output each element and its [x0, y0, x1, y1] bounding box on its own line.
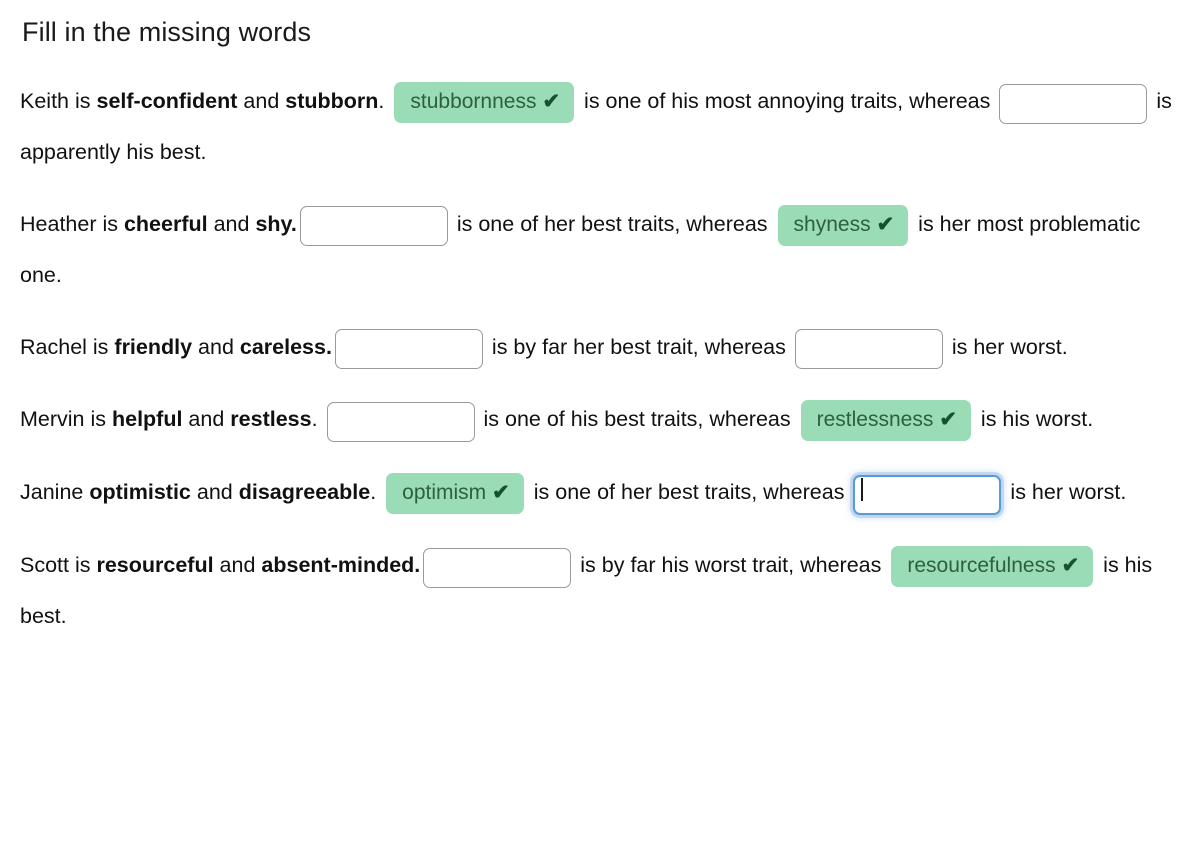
blank-input[interactable]	[794, 329, 943, 370]
sentence-text: and	[213, 553, 262, 578]
exercise-sentence-keith: Keith is self-confident and stubborn. st…	[20, 76, 1180, 177]
sentence-text: Heather is	[20, 211, 124, 236]
page-title: Fill in the missing words	[22, 17, 312, 47]
blank-field-wrapper	[332, 323, 486, 373]
sentence-text: Scott is	[20, 553, 97, 578]
trait-word: stubborn	[285, 89, 379, 113]
correct-answer-label: shyness	[793, 212, 871, 236]
sentence-text: Rachel is	[20, 334, 115, 359]
check-icon: ✔	[939, 408, 957, 432]
check-icon: ✔	[542, 89, 561, 113]
exercise-sentence-mervin: Mervin is helpful and restless. is one o…	[20, 394, 1180, 445]
blank-field-wrapper	[324, 396, 478, 446]
check-icon: ✔	[1061, 553, 1080, 577]
exercise-page: Fill in the missing words Keith is self-…	[0, 0, 1200, 641]
correct-answer-chip: restlessness ✔	[800, 400, 971, 442]
sentence-text: is her worst.	[945, 334, 1068, 359]
exercise-sentence-rachel: Rachel is friendly and careless. is by f…	[20, 322, 1180, 373]
blank-field-wrapper	[297, 200, 451, 250]
sentence-text: is his worst.	[974, 407, 1094, 432]
sentence-text: and	[207, 211, 256, 236]
sentence-text: Janine	[20, 480, 90, 505]
trait-word: resourceful	[96, 553, 214, 578]
sentence-text: and	[182, 407, 231, 432]
correct-answer-chip: stubbornness ✔	[394, 81, 575, 123]
correct-answer-chip: shyness ✔	[777, 204, 909, 246]
sentence-text: and	[237, 89, 286, 113]
sentence-text: is her worst.	[1004, 480, 1127, 505]
trait-word: careless.	[239, 334, 332, 359]
exercise-sentence-scott: Scott is resourceful and absent-minded. …	[20, 540, 1180, 641]
blank-input[interactable]	[326, 402, 475, 443]
blank-input[interactable]	[999, 83, 1148, 124]
sentence-text: is by far his worst trait, whereas	[574, 553, 888, 578]
blank-field-wrapper	[996, 77, 1150, 127]
sentence-text: and	[192, 334, 240, 359]
trait-word: friendly	[114, 334, 193, 359]
sentence-text: is one of her best traits, whereas	[450, 211, 774, 236]
blank-field-wrapper	[792, 323, 946, 373]
sentence-text: is by far her best trait, whereas	[485, 334, 792, 359]
blank-input[interactable]	[299, 206, 448, 247]
blank-input[interactable]	[423, 547, 572, 588]
sentence-text: is one of her best traits, whereas	[527, 480, 851, 505]
trait-word: disagreeable	[238, 480, 371, 505]
sentence-text: .	[378, 89, 391, 113]
trait-word: cheerful	[123, 211, 208, 236]
text-caret	[861, 477, 864, 501]
trait-word: shy.	[255, 211, 297, 236]
trait-word: restless	[230, 407, 312, 432]
correct-answer-label: resourcefulness	[907, 553, 1056, 577]
blank-field-wrapper	[420, 541, 574, 591]
sentence-text: .	[311, 407, 324, 432]
trait-word: absent-minded.	[261, 553, 421, 578]
correct-answer-chip: resourcefulness ✔	[891, 545, 1094, 587]
sentence-text: and	[190, 480, 239, 505]
check-icon: ✔	[876, 212, 895, 236]
exercise-list: Keith is self-confident and stubborn. st…	[20, 76, 1180, 641]
blank-input[interactable]	[853, 474, 1002, 515]
correct-answer-label: stubbornness	[410, 89, 537, 113]
trait-word: self-confident	[96, 89, 238, 113]
check-icon: ✔	[492, 481, 510, 505]
trait-word: helpful	[111, 407, 183, 432]
exercise-sentence-janine: Janine optimistic and disagreeable. opti…	[20, 467, 1180, 518]
sentence-text: Keith is	[20, 89, 97, 113]
correct-answer-label: optimism	[402, 481, 487, 505]
trait-word: optimistic	[89, 480, 191, 505]
blank-field-wrapper	[850, 469, 1004, 519]
sentence-text: is one of his best traits, whereas	[477, 407, 797, 432]
sentence-text: .	[370, 480, 383, 505]
correct-answer-chip: optimism ✔	[386, 473, 524, 515]
sentence-text: Mervin is	[20, 407, 112, 432]
exercise-sentence-heather: Heather is cheerful and shy. is one of h…	[20, 199, 1180, 300]
sentence-text: is one of his most annoying traits, wher…	[578, 89, 997, 113]
blank-input[interactable]	[334, 329, 483, 370]
correct-answer-label: restlessness	[816, 408, 934, 432]
